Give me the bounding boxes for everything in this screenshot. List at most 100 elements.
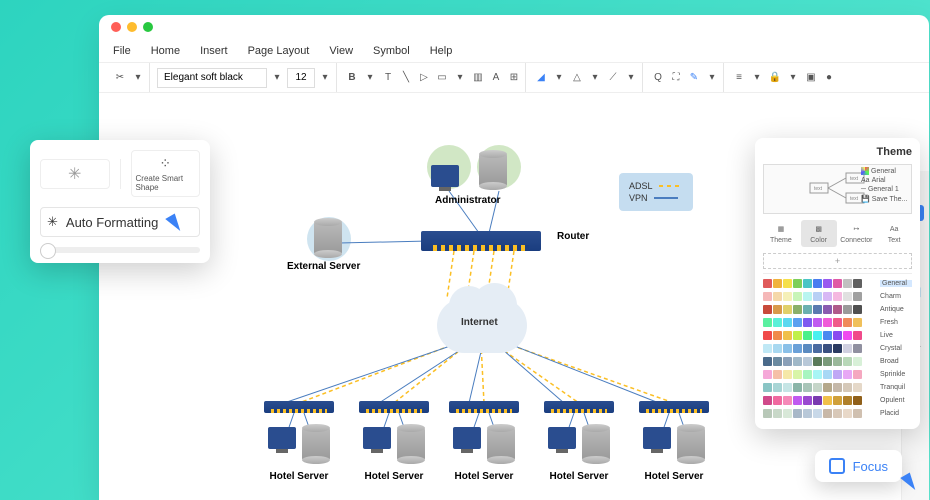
text2-icon[interactable]: A: [488, 70, 504, 86]
theme-preview[interactable]: text text text General AaArial ─General …: [763, 164, 912, 214]
menu-pagelayout[interactable]: Page Layout: [248, 45, 310, 57]
size-select[interactable]: [287, 68, 315, 88]
color-swatch: [793, 292, 802, 301]
scheme-label: Charm: [880, 293, 912, 300]
pen-icon[interactable]: ✎: [686, 70, 702, 86]
add-scheme-button[interactable]: +: [763, 253, 912, 269]
scheme-label: Tranquil: [880, 384, 912, 391]
settings-icon[interactable]: ●: [821, 70, 837, 86]
menu-view[interactable]: View: [329, 45, 353, 57]
color-swatch: [773, 370, 782, 379]
style-icon[interactable]: △: [569, 70, 585, 86]
dropdown-icon[interactable]: ▾: [785, 70, 801, 86]
search-icon[interactable]: Q: [650, 70, 666, 86]
router-node[interactable]: [421, 231, 541, 251]
dropdown-icon[interactable]: ▾: [551, 70, 567, 86]
color-swatch: [833, 318, 842, 327]
color-swatch: [853, 357, 862, 366]
hotel-server-node[interactable]: Hotel Server: [639, 401, 709, 482]
color-swatch: [853, 292, 862, 301]
color-swatch: [813, 292, 822, 301]
color-swatch: [833, 305, 842, 314]
color-swatch: [783, 305, 792, 314]
color-swatch: [773, 357, 782, 366]
svg-text:text: text: [814, 186, 823, 192]
tab-theme[interactable]: ▦Theme: [763, 220, 799, 247]
font-select[interactable]: [157, 68, 267, 88]
crop-icon[interactable]: ⟋: [605, 70, 621, 86]
tab-connector[interactable]: ↦Connector: [839, 220, 875, 247]
maximize-icon[interactable]: [143, 22, 153, 32]
grid-icon[interactable]: ⊞: [506, 70, 522, 86]
administrator-node[interactable]: [431, 153, 507, 187]
expand-icon[interactable]: ⛶: [668, 70, 684, 86]
color-scheme-row[interactable]: Antique: [763, 304, 912, 314]
color-swatch: [823, 344, 832, 353]
line-icon[interactable]: ╲: [398, 70, 414, 86]
color-scheme-row[interactable]: Sprinkle: [763, 369, 912, 379]
dropdown-icon[interactable]: ▾: [362, 70, 378, 86]
color-scheme-row[interactable]: Charm: [763, 291, 912, 301]
hotel-server-node[interactable]: Hotel Server: [264, 401, 334, 482]
color-swatch: [853, 305, 862, 314]
tab-color[interactable]: ▩Color: [801, 220, 837, 247]
color-swatch: [813, 409, 822, 418]
dropdown-icon[interactable]: ▾: [130, 70, 146, 86]
dropdown-icon[interactable]: ▾: [704, 70, 720, 86]
menu-home[interactable]: Home: [151, 45, 180, 57]
color-scheme-row[interactable]: Opulent: [763, 395, 912, 405]
color-swatch: [773, 292, 782, 301]
color-scheme-row[interactable]: Live: [763, 330, 912, 340]
color-swatch: [843, 383, 852, 392]
cut-icon[interactable]: ✂: [112, 70, 128, 86]
color-swatch: [803, 318, 812, 327]
color-swatch: [793, 318, 802, 327]
dropdown-icon[interactable]: ▾: [587, 70, 603, 86]
text-icon[interactable]: T: [380, 70, 396, 86]
color-scheme-row[interactable]: Tranquil: [763, 382, 912, 392]
menu-help[interactable]: Help: [430, 45, 453, 57]
dropdown-icon[interactable]: ▾: [317, 70, 333, 86]
color-scheme-row[interactable]: Fresh: [763, 317, 912, 327]
lock-icon[interactable]: 🔒: [767, 70, 783, 86]
minimize-icon[interactable]: [127, 22, 137, 32]
pointer-icon[interactable]: ▷: [416, 70, 432, 86]
menu-file[interactable]: File: [113, 45, 131, 57]
menu-insert[interactable]: Insert: [200, 45, 228, 57]
scheme-label: Crystal: [880, 345, 912, 352]
format-slider[interactable]: [40, 247, 200, 253]
menu-symbol[interactable]: Symbol: [373, 45, 410, 57]
hotel-server-node[interactable]: Hotel Server: [544, 401, 614, 482]
color-swatch: [773, 305, 782, 314]
focus-button[interactable]: Focus: [815, 450, 902, 482]
color-swatch: [763, 383, 772, 392]
chart-icon[interactable]: ▥: [470, 70, 486, 86]
color-swatch: [823, 331, 832, 340]
color-swatch: [763, 409, 772, 418]
dropdown-icon[interactable]: ▾: [749, 70, 765, 86]
dropdown-icon[interactable]: ▾: [623, 70, 639, 86]
color-scheme-row[interactable]: Placid: [763, 408, 912, 418]
color-swatch: [803, 370, 812, 379]
auto-layout-button[interactable]: ✳: [40, 159, 110, 189]
shape-icon[interactable]: ▭: [434, 70, 450, 86]
fill-icon[interactable]: ◢: [533, 70, 549, 86]
color-scheme-row[interactable]: General: [763, 278, 912, 288]
create-smart-shape-button[interactable]: ⁘ Create Smart Shape: [131, 150, 201, 197]
color-scheme-row[interactable]: Broad: [763, 356, 912, 366]
dropdown-icon[interactable]: ▾: [269, 70, 285, 86]
color-swatch: [813, 318, 822, 327]
hotel-server-node[interactable]: Hotel Server: [449, 401, 519, 482]
dropdown-icon[interactable]: ▾: [452, 70, 468, 86]
color-swatch: [843, 292, 852, 301]
color-swatch: [833, 370, 842, 379]
bold-icon[interactable]: B: [344, 70, 360, 86]
color-scheme-row[interactable]: Crystal: [763, 343, 912, 353]
more-icon[interactable]: ▣: [803, 70, 819, 86]
align-icon[interactable]: ≡: [731, 70, 747, 86]
close-icon[interactable]: [111, 22, 121, 32]
hotel-server-node[interactable]: Hotel Server: [359, 401, 429, 482]
tab-text[interactable]: AaText: [876, 220, 912, 247]
color-swatch: [853, 331, 862, 340]
external-server-node[interactable]: [314, 221, 342, 255]
